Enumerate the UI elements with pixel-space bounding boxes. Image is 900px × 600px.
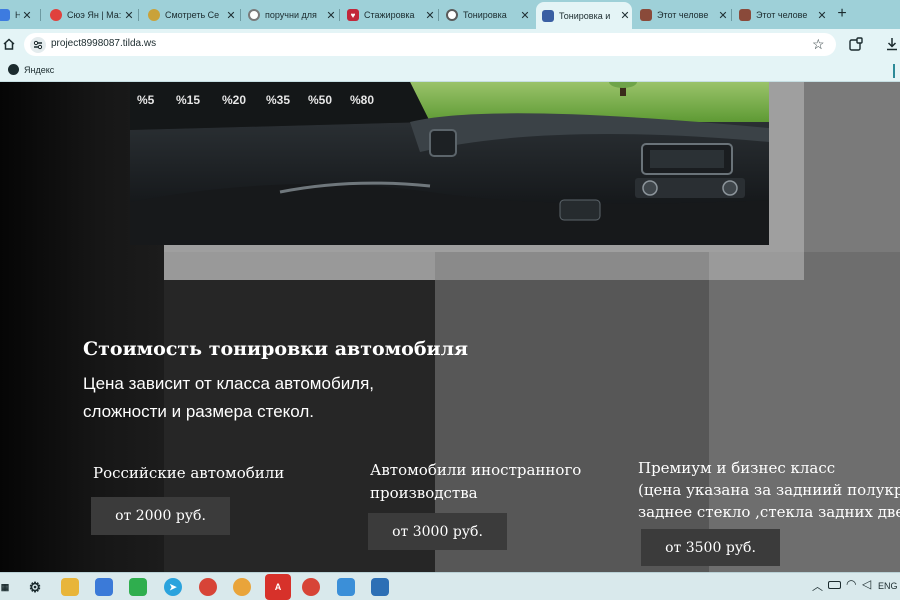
tint-level-label: %35 <box>266 93 291 107</box>
volume-icon[interactable]: ◁ <box>862 577 871 591</box>
tab-1[interactable]: Сюэ Ян | Ма: ✕ <box>44 3 136 27</box>
bookmark-label: Яндекс <box>24 64 55 75</box>
close-icon[interactable]: ✕ <box>224 9 238 22</box>
car-icon <box>542 9 554 22</box>
tab-strip: Неуд ✕ Сюэ Ян | Ма: ✕ Смотреть Се ✕ пору… <box>0 0 900 29</box>
category-label: Российские автомобили <box>93 464 285 482</box>
app-blue-icon[interactable] <box>371 578 389 596</box>
close-icon[interactable]: ✕ <box>423 9 437 22</box>
tab-title: Сюэ Ян | Ма: <box>67 10 122 20</box>
close-icon[interactable]: ✕ <box>324 9 338 22</box>
circle-icon <box>446 9 458 21</box>
price-button-foreign[interactable]: от 3000 руб. <box>368 513 507 550</box>
heart-icon: ♥ <box>347 9 359 21</box>
bg-panel-right-top <box>804 82 900 280</box>
portrait-icon <box>640 9 652 21</box>
pricing-subtitle-line1: Цена зависит от класса автомобиля, <box>83 374 375 393</box>
tab-title: Этот челове <box>756 10 808 20</box>
tab-title: Смотреть Се <box>165 10 220 20</box>
address-bar[interactable]: project8998087.tilda.ws ☆ <box>24 33 836 56</box>
category-label: производства <box>370 484 478 502</box>
pricing-title: Стоимость тонировки автомобиля <box>83 338 469 360</box>
tint-level-label: %15 <box>176 93 201 107</box>
tab-title: Тонировка <box>463 10 507 20</box>
close-icon[interactable]: ✕ <box>122 9 136 22</box>
browser-toolbar: project8998087.tilda.ws ☆ <box>0 29 900 60</box>
bg-panel-mid-strip <box>435 252 709 280</box>
os-taskbar: ▦ ⚙ ➤ A ︿ ◠ ◁ ENG <box>0 572 900 600</box>
tab-0[interactable]: Неуд ✕ <box>0 3 34 27</box>
category-russian-cars: Российские автомобили <box>93 464 284 482</box>
close-icon[interactable]: ✕ <box>716 9 730 22</box>
tab-7[interactable]: Этот челове ✕ <box>634 3 730 27</box>
chrome-icon[interactable] <box>199 578 217 596</box>
document-icon <box>0 9 10 21</box>
bookmark-yandex[interactable]: Яндекс <box>8 64 54 75</box>
circle-icon <box>248 9 260 21</box>
settings-gear-icon[interactable]: ⚙ <box>26 578 44 596</box>
category-label: заднее стекло ,стекла задних дверей) <box>638 503 900 521</box>
close-icon[interactable]: ✕ <box>518 9 532 22</box>
paint-icon[interactable] <box>337 578 355 596</box>
close-icon[interactable]: ✕ <box>815 9 829 22</box>
new-tab-button[interactable]: + <box>832 4 852 24</box>
language-indicator[interactable]: ENG <box>878 581 898 591</box>
tab-title: Этот челове <box>657 10 709 20</box>
tab-4[interactable]: ♥ Стажировка ✕ <box>341 3 437 27</box>
url-text[interactable]: project8998087.tilda.ws <box>51 38 156 49</box>
wifi-icon[interactable]: ◠ <box>846 577 856 591</box>
tint-level-label: %5 <box>137 93 155 107</box>
chevron-up-icon[interactable]: ︿ <box>812 578 823 594</box>
category-label: (цена указана за задниий полукруг- <box>638 481 900 499</box>
file-explorer-icon[interactable] <box>61 578 79 596</box>
tab-3[interactable]: поручни для ✕ <box>242 3 338 27</box>
tab-title: поручни для <box>265 10 317 20</box>
tab-8[interactable]: Этот челове ✕ <box>733 3 829 27</box>
close-icon[interactable]: ✕ <box>618 9 632 22</box>
tab-5[interactable]: Тонировка ✕ <box>440 3 532 27</box>
flame-icon <box>50 9 62 21</box>
tint-level-label: %80 <box>350 93 375 107</box>
adobe-reader-icon[interactable]: A <box>265 574 291 600</box>
category-foreign-cars: Автомобили иностранного производства <box>370 459 581 505</box>
bg-panel-gray-strip <box>164 252 435 280</box>
category-label: Премиум и бизнес класс <box>638 459 836 477</box>
store-icon[interactable] <box>95 578 113 596</box>
tab-title: Стажировка <box>364 10 415 20</box>
extensions-icon[interactable] <box>848 36 864 52</box>
bookmark-star-icon[interactable]: ☆ <box>812 36 825 53</box>
category-label: Автомобили иностранного <box>370 461 582 479</box>
pricing-subtitle-line2: сложности и размера стекол. <box>83 402 315 421</box>
price-button-russian[interactable]: от 2000 руб. <box>91 497 230 535</box>
telegram-icon[interactable]: ➤ <box>164 578 182 596</box>
tint-levels-row: %5 %15 %20 %35 %50 %80 <box>130 90 400 110</box>
phone-link-icon[interactable] <box>129 578 147 596</box>
price-button-premium[interactable]: от 3500 руб. <box>641 529 780 566</box>
tab-6-active[interactable]: Тонировка и ✕ <box>536 2 632 29</box>
chrome-active-icon[interactable] <box>302 578 320 596</box>
battery-icon <box>828 581 841 589</box>
hero-car-interior-image: %5 %15 %20 %35 %50 %80 <box>130 82 769 245</box>
tab-title: Тонировка и <box>559 10 611 21</box>
download-icon[interactable] <box>884 36 900 52</box>
page-content: %5 %15 %20 %35 %50 %80 Стоимость тониров… <box>0 82 900 572</box>
site-settings-icon[interactable] <box>30 37 46 53</box>
chrome-profile-icon[interactable] <box>233 578 251 596</box>
category-premium-cars: Премиум и бизнес класс (цена указана за … <box>638 457 900 523</box>
portrait-icon <box>739 9 751 21</box>
bg-panel-light <box>709 252 900 572</box>
yandex-icon <box>8 64 19 75</box>
close-icon[interactable]: ✕ <box>20 9 34 22</box>
home-icon[interactable] <box>2 37 16 51</box>
bookmarks-divider <box>893 64 895 78</box>
widgets-icon[interactable]: ▦ <box>0 578 14 596</box>
tint-level-label: %50 <box>308 93 333 107</box>
flower-icon <box>148 9 160 21</box>
tab-2[interactable]: Смотреть Се ✕ <box>142 3 238 27</box>
bookmarks-bar: Яндекс <box>0 60 900 82</box>
bg-panel-light-top <box>709 252 804 280</box>
tint-level-label: %20 <box>222 93 247 107</box>
